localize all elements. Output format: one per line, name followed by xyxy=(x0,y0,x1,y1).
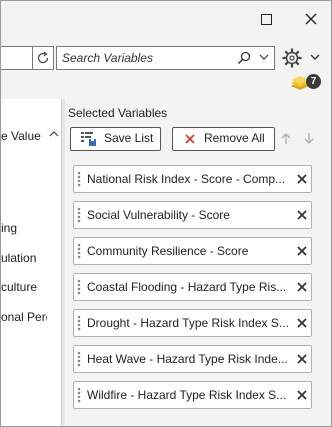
title-bar xyxy=(1,1,331,37)
variable-label: Social Vulnerability - Score xyxy=(87,208,230,222)
gear-icon[interactable] xyxy=(281,47,303,69)
drag-handle-icon[interactable] xyxy=(77,279,81,295)
variables-list-panel: e Value ing ulation culture onal Perc xyxy=(1,99,61,426)
app-window: 7 e Value ing ulation culture onal Perc … xyxy=(0,0,332,427)
value-column-header[interactable]: e Value xyxy=(1,129,41,143)
variable-label: Wildfire - Hazard Type Risk Index S... xyxy=(87,388,287,402)
save-list-icon xyxy=(81,132,96,146)
list-item[interactable]: ing xyxy=(1,221,47,235)
list-item[interactable]: ulation xyxy=(1,251,47,265)
list-item[interactable]: culture xyxy=(1,280,47,294)
geography-field[interactable] xyxy=(1,46,34,70)
variable-label: Community Resilience - Score xyxy=(87,244,249,258)
refresh-button[interactable] xyxy=(32,46,54,70)
remove-all-label: Remove All xyxy=(204,131,265,145)
search-input[interactable] xyxy=(62,48,230,67)
remove-variable-icon[interactable] xyxy=(296,353,308,365)
drag-handle-icon[interactable] xyxy=(77,243,81,259)
remove-variable-icon[interactable] xyxy=(296,245,308,257)
remove-variable-icon[interactable] xyxy=(296,389,308,401)
variable-label: National Risk Index - Score - Comp... xyxy=(87,172,286,186)
settings-dropdown-icon[interactable] xyxy=(310,54,320,61)
toolbar: 7 xyxy=(1,37,331,99)
move-up-icon[interactable] xyxy=(280,132,292,145)
remove-icon xyxy=(185,134,195,144)
search-icon[interactable] xyxy=(237,51,251,65)
save-list-label: Save List xyxy=(104,131,154,145)
sort-up-icon[interactable] xyxy=(49,130,59,137)
close-button[interactable] xyxy=(289,1,331,37)
refresh-icon xyxy=(37,51,49,64)
panel-title: Selected Variables xyxy=(68,106,168,120)
selected-variable-item[interactable]: Heat Wave - Hazard Type Risk Inde... xyxy=(73,345,312,373)
variable-count-badge: 7 xyxy=(306,74,321,89)
remove-all-button[interactable]: Remove All xyxy=(172,127,275,151)
selected-variable-item[interactable]: Social Vulnerability - Score xyxy=(73,201,312,229)
chevron-down-icon[interactable] xyxy=(259,54,269,61)
variable-label: Heat Wave - Hazard Type Risk Inde... xyxy=(87,352,288,366)
close-icon xyxy=(305,13,317,25)
remove-variable-icon[interactable] xyxy=(296,209,308,221)
remove-variable-icon[interactable] xyxy=(296,317,308,329)
remove-variable-icon[interactable] xyxy=(296,281,308,293)
variable-label: Drought - Hazard Type Risk Index S... xyxy=(87,316,289,330)
remove-variable-icon[interactable] xyxy=(296,173,308,185)
drag-handle-icon[interactable] xyxy=(77,351,81,367)
save-list-button[interactable]: Save List xyxy=(70,127,161,151)
drag-handle-icon[interactable] xyxy=(77,315,81,331)
selected-variable-item[interactable]: National Risk Index - Score - Comp... xyxy=(73,165,312,193)
maximize-button[interactable] xyxy=(244,1,288,37)
variable-label: Coastal Flooding - Hazard Type Ris... xyxy=(87,280,287,294)
selected-variable-item[interactable]: Wildfire - Hazard Type Risk Index S... xyxy=(73,381,312,409)
selected-variable-item[interactable]: Drought - Hazard Type Risk Index S... xyxy=(73,309,312,337)
maximize-icon xyxy=(260,13,272,25)
search-box[interactable] xyxy=(56,46,275,70)
list-item[interactable]: onal Perc xyxy=(1,310,47,324)
move-down-icon[interactable] xyxy=(303,132,315,145)
selected-variable-item[interactable]: Community Resilience - Score xyxy=(73,237,312,265)
drag-handle-icon[interactable] xyxy=(77,171,81,187)
selected-variable-item[interactable]: Coastal Flooding - Hazard Type Ris... xyxy=(73,273,312,301)
selected-variables-panel: Selected Variables Save List Remove All xyxy=(65,99,331,426)
drag-handle-icon[interactable] xyxy=(77,207,81,223)
drag-handle-icon[interactable] xyxy=(77,387,81,403)
